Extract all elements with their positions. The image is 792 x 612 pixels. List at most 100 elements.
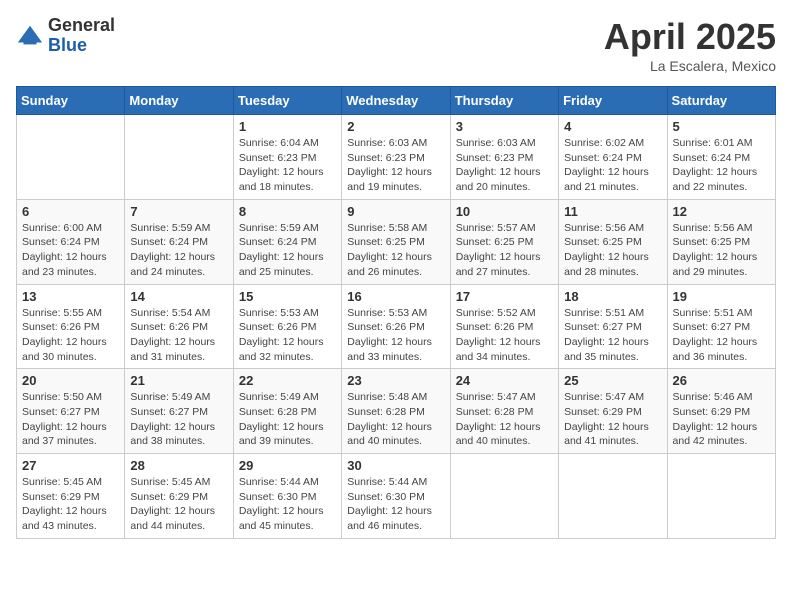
day-number: 11 <box>564 204 661 219</box>
day-info: Sunrise: 5:55 AMSunset: 6:26 PMDaylight:… <box>22 306 119 365</box>
day-info: Sunrise: 5:47 AMSunset: 6:28 PMDaylight:… <box>456 390 553 449</box>
calendar-title: April 2025 <box>604 16 776 58</box>
day-number: 8 <box>239 204 336 219</box>
day-info: Sunrise: 5:44 AMSunset: 6:30 PMDaylight:… <box>239 475 336 534</box>
calendar-cell: 13 Sunrise: 5:55 AMSunset: 6:26 PMDayligh… <box>17 284 125 369</box>
calendar-cell: 6 Sunrise: 6:00 AMSunset: 6:24 PMDaylight… <box>17 199 125 284</box>
day-info: Sunrise: 5:51 AMSunset: 6:27 PMDaylight:… <box>673 306 770 365</box>
day-info: Sunrise: 5:45 AMSunset: 6:29 PMDaylight:… <box>130 475 227 534</box>
day-number: 12 <box>673 204 770 219</box>
day-number: 4 <box>564 119 661 134</box>
calendar-cell: 21Sunrise: 5:49 AMSunset: 6:27 PMDayligh… <box>125 369 233 454</box>
day-number: 16 <box>347 289 444 304</box>
title-block: April 2025 La Escalera, Mexico <box>604 16 776 74</box>
day-number: 5 <box>673 119 770 134</box>
day-number: 29 <box>239 458 336 473</box>
logo-icon <box>16 22 44 50</box>
calendar-cell: 29 Sunrise: 5:44 AMSunset: 6:30 PMDayligh… <box>233 454 341 539</box>
logo-blue-text: Blue <box>48 36 115 56</box>
day-info: Sunrise: 5:53 AMSunset: 6:26 PMDaylight:… <box>239 306 336 365</box>
calendar-cell: 18Sunrise: 5:51 AMSunset: 6:27 PMDayligh… <box>559 284 667 369</box>
calendar-cell <box>17 115 125 200</box>
calendar-cell: 8 Sunrise: 5:59 AMSunset: 6:24 PMDaylight… <box>233 199 341 284</box>
calendar-table: SundayMondayTuesdayWednesdayThursdayFrid… <box>16 86 776 539</box>
calendar-cell: 4 Sunrise: 6:02 AMSunset: 6:24 PMDaylight… <box>559 115 667 200</box>
day-info: Sunrise: 5:54 AMSunset: 6:26 PMDaylight:… <box>130 306 227 365</box>
weekday-header-row: SundayMondayTuesdayWednesdayThursdayFrid… <box>17 87 776 115</box>
weekday-header-tuesday: Tuesday <box>233 87 341 115</box>
day-number: 17 <box>456 289 553 304</box>
day-number: 27 <box>22 458 119 473</box>
day-info: Sunrise: 5:57 AMSunset: 6:25 PMDaylight:… <box>456 221 553 280</box>
logo-general-text: General <box>48 16 115 36</box>
calendar-cell: 10 Sunrise: 5:57 AMSunset: 6:25 PMDayligh… <box>450 199 558 284</box>
week-row-4: 20 Sunrise: 5:50 AMSunset: 6:27 PMDayligh… <box>17 369 776 454</box>
day-info: Sunrise: 6:02 AMSunset: 6:24 PMDaylight:… <box>564 136 661 195</box>
day-info: Sunrise: 5:50 AMSunset: 6:27 PMDaylight:… <box>22 390 119 449</box>
calendar-cell <box>450 454 558 539</box>
day-number: 2 <box>347 119 444 134</box>
day-info: Sunrise: 5:46 AMSunset: 6:29 PMDaylight:… <box>673 390 770 449</box>
week-row-2: 6 Sunrise: 6:00 AMSunset: 6:24 PMDaylight… <box>17 199 776 284</box>
day-number: 28 <box>130 458 227 473</box>
day-info: Sunrise: 5:58 AMSunset: 6:25 PMDaylight:… <box>347 221 444 280</box>
day-number: 10 <box>456 204 553 219</box>
calendar-cell: 9 Sunrise: 5:58 AMSunset: 6:25 PMDaylight… <box>342 199 450 284</box>
week-row-5: 27 Sunrise: 5:45 AMSunset: 6:29 PMDayligh… <box>17 454 776 539</box>
calendar-cell: 3 Sunrise: 6:03 AMSunset: 6:23 PMDaylight… <box>450 115 558 200</box>
calendar-cell: 15 Sunrise: 5:53 AMSunset: 6:26 PMDayligh… <box>233 284 341 369</box>
week-row-1: 1 Sunrise: 6:04 AMSunset: 6:23 PMDaylight… <box>17 115 776 200</box>
day-number: 15 <box>239 289 336 304</box>
day-info: Sunrise: 5:44 AMSunset: 6:30 PMDaylight:… <box>347 475 444 534</box>
weekday-header-thursday: Thursday <box>450 87 558 115</box>
calendar-cell: 16Sunrise: 5:53 AMSunset: 6:26 PMDayligh… <box>342 284 450 369</box>
weekday-header-wednesday: Wednesday <box>342 87 450 115</box>
day-number: 18 <box>564 289 661 304</box>
day-number: 13 <box>22 289 119 304</box>
calendar-cell <box>559 454 667 539</box>
calendar-cell: 25Sunrise: 5:47 AMSunset: 6:29 PMDayligh… <box>559 369 667 454</box>
day-number: 1 <box>239 119 336 134</box>
day-info: Sunrise: 5:49 AMSunset: 6:27 PMDaylight:… <box>130 390 227 449</box>
calendar-cell: 28 Sunrise: 5:45 AMSunset: 6:29 PMDayligh… <box>125 454 233 539</box>
calendar-cell: 11Sunrise: 5:56 AMSunset: 6:25 PMDayligh… <box>559 199 667 284</box>
calendar-cell: 2 Sunrise: 6:03 AMSunset: 6:23 PMDaylight… <box>342 115 450 200</box>
day-info: Sunrise: 5:48 AMSunset: 6:28 PMDaylight:… <box>347 390 444 449</box>
day-info: Sunrise: 6:00 AMSunset: 6:24 PMDaylight:… <box>22 221 119 280</box>
calendar-location: La Escalera, Mexico <box>604 58 776 74</box>
day-number: 22 <box>239 373 336 388</box>
week-row-3: 13 Sunrise: 5:55 AMSunset: 6:26 PMDayligh… <box>17 284 776 369</box>
day-info: Sunrise: 6:03 AMSunset: 6:23 PMDaylight:… <box>456 136 553 195</box>
day-number: 19 <box>673 289 770 304</box>
day-info: Sunrise: 5:52 AMSunset: 6:26 PMDaylight:… <box>456 306 553 365</box>
logo: General Blue <box>16 16 115 56</box>
calendar-cell: 30Sunrise: 5:44 AMSunset: 6:30 PMDayligh… <box>342 454 450 539</box>
calendar-cell: 22Sunrise: 5:49 AMSunset: 6:28 PMDayligh… <box>233 369 341 454</box>
day-number: 26 <box>673 373 770 388</box>
day-number: 9 <box>347 204 444 219</box>
calendar-cell: 20 Sunrise: 5:50 AMSunset: 6:27 PMDayligh… <box>17 369 125 454</box>
calendar-cell: 1 Sunrise: 6:04 AMSunset: 6:23 PMDaylight… <box>233 115 341 200</box>
calendar-cell: 24Sunrise: 5:47 AMSunset: 6:28 PMDayligh… <box>450 369 558 454</box>
day-info: Sunrise: 5:59 AMSunset: 6:24 PMDaylight:… <box>239 221 336 280</box>
weekday-header-sunday: Sunday <box>17 87 125 115</box>
day-number: 6 <box>22 204 119 219</box>
calendar-cell: 7 Sunrise: 5:59 AMSunset: 6:24 PMDaylight… <box>125 199 233 284</box>
calendar-cell: 26 Sunrise: 5:46 AMSunset: 6:29 PMDayligh… <box>667 369 775 454</box>
day-info: Sunrise: 5:47 AMSunset: 6:29 PMDaylight:… <box>564 390 661 449</box>
day-info: Sunrise: 6:03 AMSunset: 6:23 PMDaylight:… <box>347 136 444 195</box>
calendar-cell: 27 Sunrise: 5:45 AMSunset: 6:29 PMDayligh… <box>17 454 125 539</box>
weekday-header-friday: Friday <box>559 87 667 115</box>
day-info: Sunrise: 5:45 AMSunset: 6:29 PMDaylight:… <box>22 475 119 534</box>
calendar-cell: 12 Sunrise: 5:56 AMSunset: 6:25 PMDayligh… <box>667 199 775 284</box>
day-number: 20 <box>22 373 119 388</box>
page-header: General Blue April 2025 La Escalera, Mex… <box>16 16 776 74</box>
day-info: Sunrise: 5:59 AMSunset: 6:24 PMDaylight:… <box>130 221 227 280</box>
day-info: Sunrise: 6:01 AMSunset: 6:24 PMDaylight:… <box>673 136 770 195</box>
day-number: 3 <box>456 119 553 134</box>
day-info: Sunrise: 5:56 AMSunset: 6:25 PMDaylight:… <box>673 221 770 280</box>
weekday-header-saturday: Saturday <box>667 87 775 115</box>
calendar-cell: 14Sunrise: 5:54 AMSunset: 6:26 PMDayligh… <box>125 284 233 369</box>
day-info: Sunrise: 6:04 AMSunset: 6:23 PMDaylight:… <box>239 136 336 195</box>
day-number: 7 <box>130 204 227 219</box>
